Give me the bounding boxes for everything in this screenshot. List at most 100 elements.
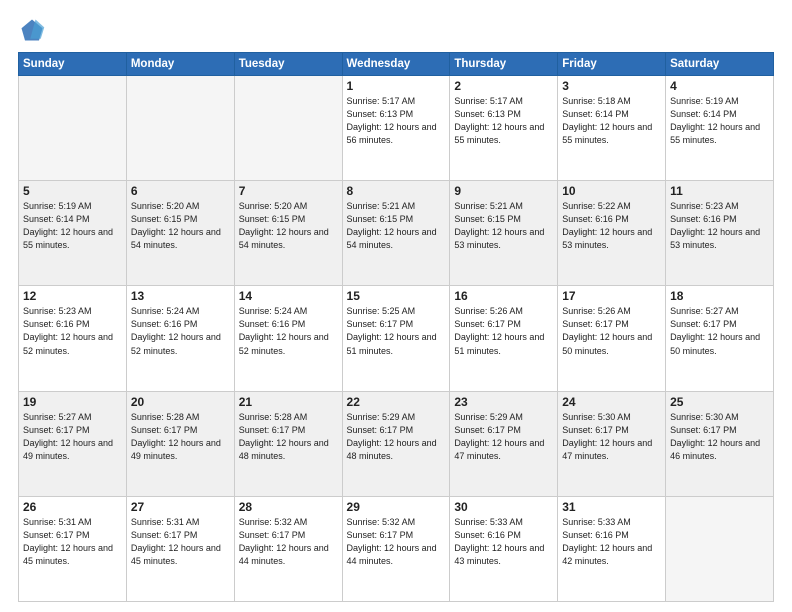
calendar-cell: 17 Sunrise: 5:26 AM Sunset: 6:17 PM Dayli… [558, 286, 666, 391]
day-number: 13 [131, 289, 230, 303]
calendar-cell: 23 Sunrise: 5:29 AM Sunset: 6:17 PM Dayli… [450, 391, 558, 496]
day-number: 31 [562, 500, 661, 514]
calendar-cell: 13 Sunrise: 5:24 AM Sunset: 6:16 PM Dayli… [126, 286, 234, 391]
day-number: 30 [454, 500, 553, 514]
day-info: Sunrise: 5:25 AM Sunset: 6:17 PM Dayligh… [347, 305, 446, 357]
calendar-cell: 27 Sunrise: 5:31 AM Sunset: 6:17 PM Dayli… [126, 496, 234, 601]
calendar-cell: 5Sunrise: 5:19 AM Sunset: 6:14 PM Daylig… [19, 181, 127, 286]
day-number: 29 [347, 500, 446, 514]
weekday-header-saturday: Saturday [666, 53, 774, 76]
calendar-cell [234, 76, 342, 181]
day-info: Sunrise: 5:24 AM Sunset: 6:16 PM Dayligh… [131, 305, 230, 357]
day-number: 4 [670, 79, 769, 93]
week-row-4: 19 Sunrise: 5:27 AM Sunset: 6:17 PM Dayli… [19, 391, 774, 496]
calendar-cell: 24Sunrise: 5:30 AM Sunset: 6:17 PM Dayli… [558, 391, 666, 496]
day-number: 9 [454, 184, 553, 198]
day-number: 23 [454, 395, 553, 409]
day-info: Sunrise: 5:18 AM Sunset: 6:14 PM Dayligh… [562, 95, 661, 147]
calendar-cell [19, 76, 127, 181]
calendar-table: SundayMondayTuesdayWednesdayThursdayFrid… [18, 52, 774, 602]
weekday-header-tuesday: Tuesday [234, 53, 342, 76]
day-info: Sunrise: 5:21 AM Sunset: 6:15 PM Dayligh… [454, 200, 553, 252]
header [18, 16, 774, 44]
weekday-header-monday: Monday [126, 53, 234, 76]
calendar-cell: 22Sunrise: 5:29 AM Sunset: 6:17 PM Dayli… [342, 391, 450, 496]
weekday-header-friday: Friday [558, 53, 666, 76]
weekday-header-wednesday: Wednesday [342, 53, 450, 76]
week-row-3: 12 Sunrise: 5:23 AM Sunset: 6:16 PM Dayli… [19, 286, 774, 391]
day-number: 17 [562, 289, 661, 303]
day-number: 26 [23, 500, 122, 514]
day-info: Sunrise: 5:31 AM Sunset: 6:17 PM Dayligh… [131, 516, 230, 568]
day-number: 24 [562, 395, 661, 409]
day-info: Sunrise: 5:22 AM Sunset: 6:16 PM Dayligh… [562, 200, 661, 252]
day-number: 1 [347, 79, 446, 93]
day-number: 22 [347, 395, 446, 409]
day-number: 14 [239, 289, 338, 303]
calendar-cell: 19 Sunrise: 5:27 AM Sunset: 6:17 PM Dayli… [19, 391, 127, 496]
day-info: Sunrise: 5:27 AM Sunset: 6:17 PM Dayligh… [670, 305, 769, 357]
day-number: 28 [239, 500, 338, 514]
calendar-cell: 7Sunrise: 5:20 AM Sunset: 6:15 PM Daylig… [234, 181, 342, 286]
day-info: Sunrise: 5:20 AM Sunset: 6:15 PM Dayligh… [131, 200, 230, 252]
day-info: Sunrise: 5:26 AM Sunset: 6:17 PM Dayligh… [562, 305, 661, 357]
calendar-cell: 28 Sunrise: 5:32 AM Sunset: 6:17 PM Dayli… [234, 496, 342, 601]
weekday-header-thursday: Thursday [450, 53, 558, 76]
calendar-cell: 16Sunrise: 5:26 AM Sunset: 6:17 PM Dayli… [450, 286, 558, 391]
week-row-1: 1 Sunrise: 5:17 AM Sunset: 6:13 PM Daylig… [19, 76, 774, 181]
day-info: Sunrise: 5:24 AM Sunset: 6:16 PM Dayligh… [239, 305, 338, 357]
day-number: 21 [239, 395, 338, 409]
day-number: 15 [347, 289, 446, 303]
calendar-cell: 4 Sunrise: 5:19 AM Sunset: 6:14 PM Daylig… [666, 76, 774, 181]
day-number: 12 [23, 289, 122, 303]
calendar-cell: 25 Sunrise: 5:30 AM Sunset: 6:17 PM Dayli… [666, 391, 774, 496]
day-number: 11 [670, 184, 769, 198]
day-number: 7 [239, 184, 338, 198]
day-info: Sunrise: 5:29 AM Sunset: 6:17 PM Dayligh… [454, 411, 553, 463]
day-info: Sunrise: 5:32 AM Sunset: 6:17 PM Dayligh… [239, 516, 338, 568]
day-number: 19 [23, 395, 122, 409]
calendar-cell: 8 Sunrise: 5:21 AM Sunset: 6:15 PM Daylig… [342, 181, 450, 286]
calendar-cell: 6 Sunrise: 5:20 AM Sunset: 6:15 PM Daylig… [126, 181, 234, 286]
day-number: 8 [347, 184, 446, 198]
page: SundayMondayTuesdayWednesdayThursdayFrid… [0, 0, 792, 612]
calendar-cell: 2 Sunrise: 5:17 AM Sunset: 6:13 PM Daylig… [450, 76, 558, 181]
day-info: Sunrise: 5:31 AM Sunset: 6:17 PM Dayligh… [23, 516, 122, 568]
day-number: 6 [131, 184, 230, 198]
calendar-cell: 21Sunrise: 5:28 AM Sunset: 6:17 PM Dayli… [234, 391, 342, 496]
calendar-cell: 26 Sunrise: 5:31 AM Sunset: 6:17 PM Dayli… [19, 496, 127, 601]
calendar-cell: 30Sunrise: 5:33 AM Sunset: 6:16 PM Dayli… [450, 496, 558, 601]
day-info: Sunrise: 5:27 AM Sunset: 6:17 PM Dayligh… [23, 411, 122, 463]
day-info: Sunrise: 5:17 AM Sunset: 6:13 PM Dayligh… [454, 95, 553, 147]
day-number: 27 [131, 500, 230, 514]
calendar-cell: 14 Sunrise: 5:24 AM Sunset: 6:16 PM Dayli… [234, 286, 342, 391]
weekday-header-row: SundayMondayTuesdayWednesdayThursdayFrid… [19, 53, 774, 76]
day-number: 20 [131, 395, 230, 409]
calendar-cell: 1 Sunrise: 5:17 AM Sunset: 6:13 PM Daylig… [342, 76, 450, 181]
day-info: Sunrise: 5:26 AM Sunset: 6:17 PM Dayligh… [454, 305, 553, 357]
day-info: Sunrise: 5:19 AM Sunset: 6:14 PM Dayligh… [23, 200, 122, 252]
day-number: 10 [562, 184, 661, 198]
calendar-cell: 12 Sunrise: 5:23 AM Sunset: 6:16 PM Dayli… [19, 286, 127, 391]
day-info: Sunrise: 5:21 AM Sunset: 6:15 PM Dayligh… [347, 200, 446, 252]
calendar-cell: 31Sunrise: 5:33 AM Sunset: 6:16 PM Dayli… [558, 496, 666, 601]
calendar-cell: 18 Sunrise: 5:27 AM Sunset: 6:17 PM Dayli… [666, 286, 774, 391]
day-info: Sunrise: 5:23 AM Sunset: 6:16 PM Dayligh… [670, 200, 769, 252]
day-info: Sunrise: 5:17 AM Sunset: 6:13 PM Dayligh… [347, 95, 446, 147]
day-info: Sunrise: 5:32 AM Sunset: 6:17 PM Dayligh… [347, 516, 446, 568]
weekday-header-sunday: Sunday [19, 53, 127, 76]
day-info: Sunrise: 5:28 AM Sunset: 6:17 PM Dayligh… [131, 411, 230, 463]
day-number: 25 [670, 395, 769, 409]
day-info: Sunrise: 5:19 AM Sunset: 6:14 PM Dayligh… [670, 95, 769, 147]
logo [18, 16, 50, 44]
logo-icon [18, 16, 46, 44]
day-number: 18 [670, 289, 769, 303]
week-row-5: 26 Sunrise: 5:31 AM Sunset: 6:17 PM Dayli… [19, 496, 774, 601]
day-number: 2 [454, 79, 553, 93]
day-info: Sunrise: 5:23 AM Sunset: 6:16 PM Dayligh… [23, 305, 122, 357]
calendar-cell: 11 Sunrise: 5:23 AM Sunset: 6:16 PM Dayli… [666, 181, 774, 286]
calendar-cell: 10 Sunrise: 5:22 AM Sunset: 6:16 PM Dayli… [558, 181, 666, 286]
calendar-cell: 29 Sunrise: 5:32 AM Sunset: 6:17 PM Dayli… [342, 496, 450, 601]
calendar-cell: 3Sunrise: 5:18 AM Sunset: 6:14 PM Daylig… [558, 76, 666, 181]
day-info: Sunrise: 5:30 AM Sunset: 6:17 PM Dayligh… [670, 411, 769, 463]
